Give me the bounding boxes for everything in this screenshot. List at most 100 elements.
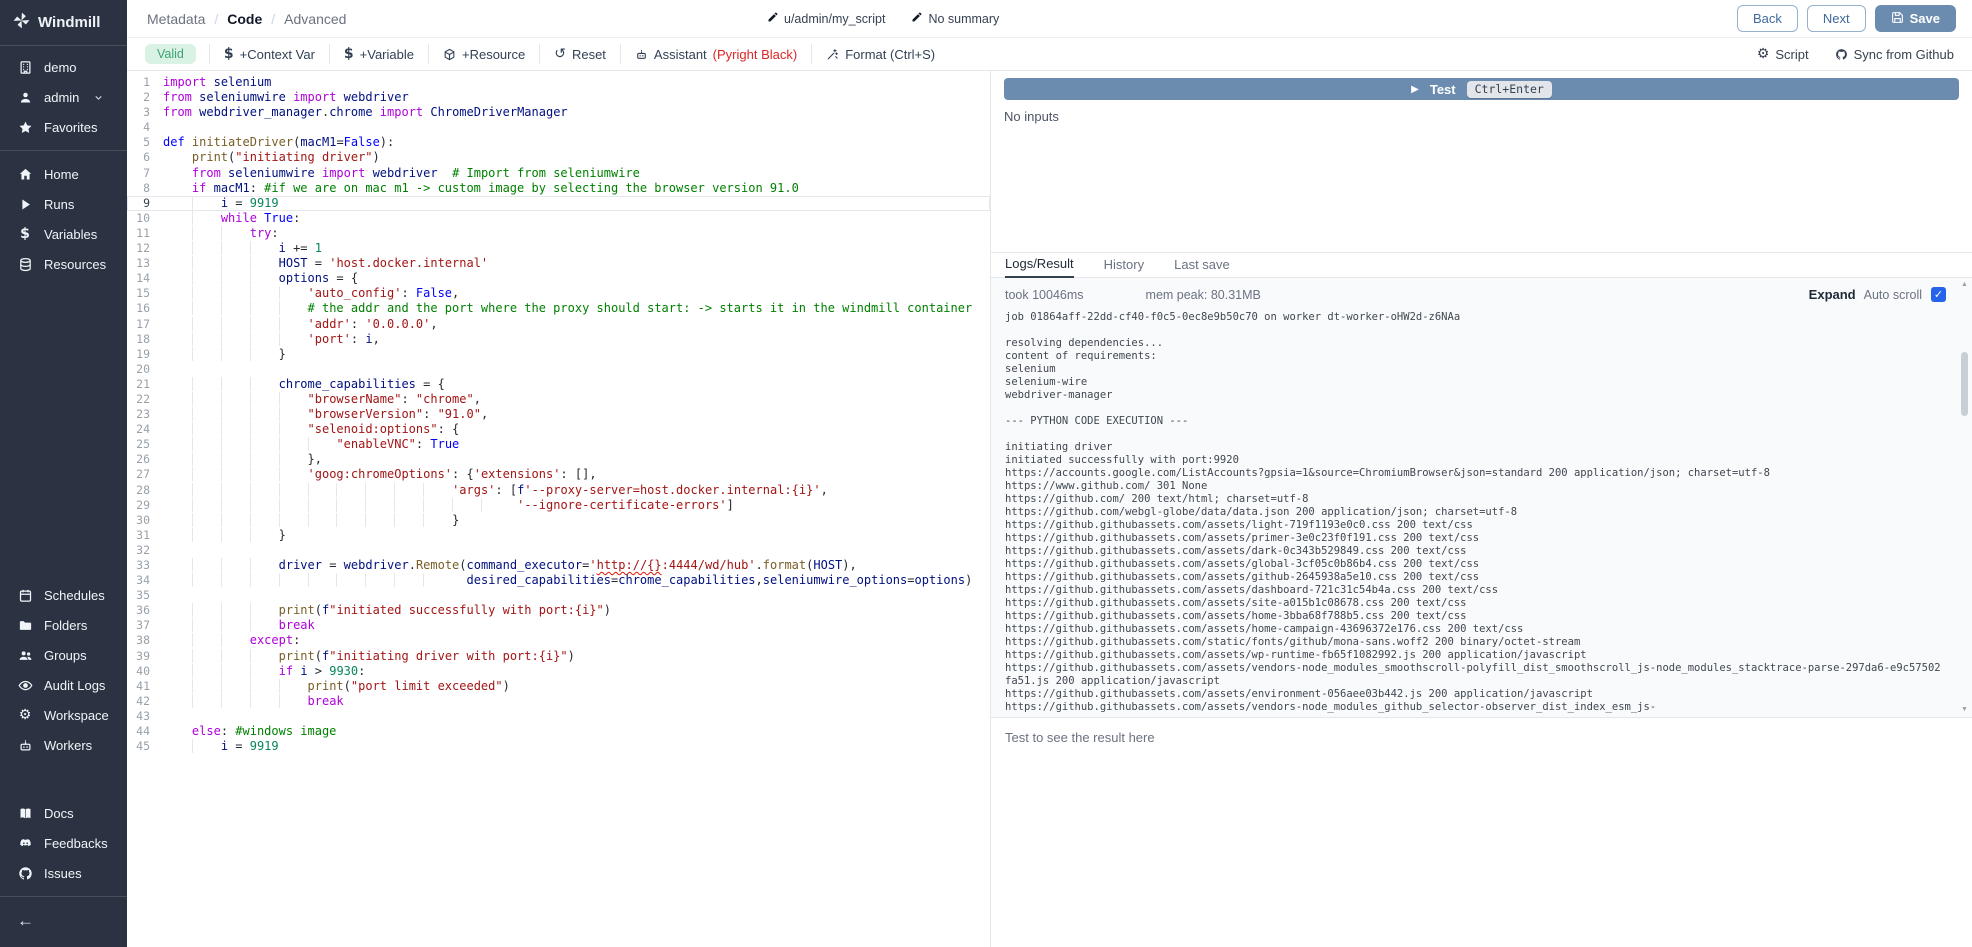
scroll-up-icon[interactable]: ▲ [1961,280,1968,290]
code-line-13[interactable]: 13 HOST = 'host.docker.internal' [127,256,990,271]
scrollbar-thumb[interactable] [1961,352,1968,416]
code-line-32[interactable]: 32 [127,543,990,558]
code-line-20[interactable]: 20 [127,362,990,377]
format-ctrls-button[interactable]: Format (Ctrl+S) [811,44,949,64]
expand-button[interactable]: Expand [1809,287,1856,302]
code-line-44[interactable]: 44 else: #windows image [127,724,990,739]
code-line-9[interactable]: 9 i = 9919 [127,196,990,211]
tab-code[interactable]: Code [227,11,262,27]
code-line-4[interactable]: 4 [127,120,990,135]
code-line-28[interactable]: 28 'args': [f'--proxy-server=host.docker… [127,483,990,498]
code-text: else: #windows image [163,724,336,739]
code-line-18[interactable]: 18 'port': i, [127,332,990,347]
code-line-15[interactable]: 15 'auto_config': False, [127,286,990,301]
code-line-10[interactable]: 10 while True: [127,211,990,226]
code-line-7[interactable]: 7 from seleniumwire import webdriver # I… [127,166,990,181]
sidebar-item-audit-logs[interactable]: Audit Logs [0,670,127,700]
collapse-sidebar-button[interactable]: ← [0,899,127,947]
code-line-8[interactable]: 8 if macM1: #if we are on mac m1 -> cust… [127,181,990,196]
sidebar-item-folders[interactable]: Folders [0,610,127,640]
code-line-16[interactable]: 16 # the addr and the port where the pro… [127,301,990,316]
sidebar-item-feedbacks[interactable]: Feedbacks [0,828,127,858]
code-line-33[interactable]: 33 driver = webdriver.Remote(command_exe… [127,558,990,573]
line-number: 15 [127,286,163,301]
line-number: 14 [127,271,163,286]
code-line-39[interactable]: 39 print(f"initiating driver with port:{… [127,649,990,664]
sidebar-item-admin[interactable]: admin [0,82,127,112]
reset-button[interactable]: ↺Reset [539,44,620,64]
sidebar-item-favorites[interactable]: Favorites [0,112,127,142]
code-line-12[interactable]: 12 i += 1 [127,241,990,256]
sidebar-item-schedules[interactable]: Schedules [0,580,127,610]
tab-last-save[interactable]: Last save [1174,257,1230,277]
code-line-5[interactable]: 5def initiateDriver(macM1=False): [127,135,990,150]
code-line-40[interactable]: 40 if i > 9930: [127,664,990,679]
sidebar-item-workers[interactable]: Workers [0,730,127,760]
code-line-1[interactable]: 1import selenium [127,75,990,90]
code-line-3[interactable]: 3from webdriver_manager.chrome import Ch… [127,105,990,120]
sidebar-item-resources[interactable]: Resources [0,249,127,279]
save-button[interactable]: Save [1875,5,1956,32]
code-line-45[interactable]: 45 i = 9919 [127,739,990,754]
code-line-41[interactable]: 41 print("port limit exceeded") [127,679,990,694]
tab-history[interactable]: History [1104,257,1144,277]
context-var-button[interactable]: $+Context Var [209,44,329,64]
resource-button[interactable]: +Resource [428,44,539,64]
sidebar-item-docs[interactable]: Docs [0,798,127,828]
database-icon [17,257,33,272]
code-line-19[interactable]: 19 } [127,347,990,362]
sidebar-item-label: Audit Logs [44,678,105,693]
assistant-button[interactable]: Assistant(Pyright Black) [620,44,811,64]
code-line-11[interactable]: 11 try: [127,226,990,241]
tab-advanced[interactable]: Advanced [284,11,346,27]
script-kind-button[interactable]: ⚙ Script [1757,44,1809,64]
code-line-14[interactable]: 14 options = { [127,271,990,286]
sidebar-item-groups[interactable]: Groups [0,640,127,670]
play-icon: ▶ [1411,84,1419,95]
tab-logs-result[interactable]: Logs/Result [1005,256,1074,278]
test-button[interactable]: ▶ Test Ctrl+Enter [1004,78,1959,100]
code-line-17[interactable]: 17 'addr': '0.0.0.0', [127,317,990,332]
line-number: 11 [127,226,163,241]
code-line-27[interactable]: 27 'goog:chromeOptions': {'extensions': … [127,467,990,482]
code-editor[interactable]: 1import selenium2from seleniumwire impor… [127,71,991,947]
code-line-42[interactable]: 42 break [127,694,990,709]
sidebar-item-workspace[interactable]: ⚙Workspace [0,700,127,730]
code-line-35[interactable]: 35 [127,588,990,603]
code-line-37[interactable]: 37 break [127,618,990,633]
code-line-2[interactable]: 2from seleniumwire import webdriver [127,90,990,105]
sidebar-item-runs[interactable]: Runs [0,189,127,219]
code-line-31[interactable]: 31 } [127,528,990,543]
line-number: 9 [127,196,163,211]
sidebar-item-variables[interactable]: $Variables [0,219,127,249]
code-line-26[interactable]: 26 }, [127,452,990,467]
logs-scrollbar[interactable]: ▲ ▼ [1959,280,1970,715]
sidebar-item-demo[interactable]: demo [0,52,127,82]
code-line-36[interactable]: 36 print(f"initiated successfully with p… [127,603,990,618]
code-line-22[interactable]: 22 "browserName": "chrome", [127,392,990,407]
code-line-43[interactable]: 43 [127,709,990,724]
script-path-edit[interactable]: u/admin/my_script [767,11,885,26]
sidebar-item-label: Docs [44,806,74,821]
code-line-21[interactable]: 21 chrome_capabilities = { [127,377,990,392]
code-line-24[interactable]: 24 "selenoid:options": { [127,422,990,437]
sidebar-item-home[interactable]: Home [0,159,127,189]
sync-from-github-button[interactable]: Sync from Github [1835,44,1954,64]
line-number: 32 [127,543,163,558]
summary-edit[interactable]: No summary [911,11,999,26]
code-line-34[interactable]: 34 desired_capabilities=chrome_capabilit… [127,573,990,588]
code-line-29[interactable]: 29 '--ignore-certificate-errors'] [127,498,990,513]
tab-metadata[interactable]: Metadata [147,11,205,27]
code-line-25[interactable]: 25 "enableVNC": True [127,437,990,452]
app-logo[interactable]: Windmill [0,0,127,46]
next-button[interactable]: Next [1807,5,1866,32]
code-line-6[interactable]: 6 print("initiating driver") [127,150,990,165]
code-line-23[interactable]: 23 "browserVersion": "91.0", [127,407,990,422]
variable-button[interactable]: $+Variable [329,44,428,64]
scroll-down-icon[interactable]: ▼ [1961,705,1968,715]
sidebar-item-issues[interactable]: Issues [0,858,127,888]
code-line-38[interactable]: 38 except: [127,633,990,648]
code-line-30[interactable]: 30 } [127,513,990,528]
autoscroll-checkbox[interactable]: ✓ [1931,287,1946,302]
back-button[interactable]: Back [1737,5,1798,32]
